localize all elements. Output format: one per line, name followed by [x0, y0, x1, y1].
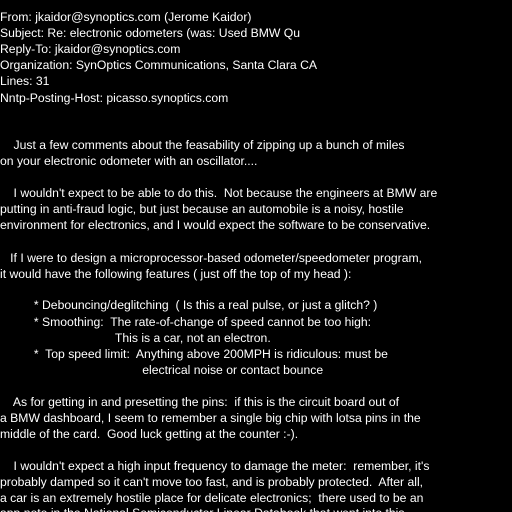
- body-line: Just a few comments about the feasabilit…: [0, 138, 405, 152]
- body-line: on your electronic odometer with an osci…: [0, 154, 258, 168]
- header-reply-to: Reply-To: jkaidor@synoptics.com: [0, 42, 181, 56]
- body-line: environment for electronics, and I would…: [0, 218, 431, 232]
- newsgroup-article-viewer: From: jkaidor@synoptics.com (Jerome Kaid…: [0, 0, 512, 512]
- header-nntp-posting-host: Nntp-Posting-Host: picasso.synoptics.com: [0, 91, 229, 105]
- feature-item: This is a car, not an electron.: [0, 331, 271, 345]
- body-line: it would have the following features ( j…: [0, 267, 352, 281]
- body-line: a car is an extremely hostile place for …: [0, 491, 424, 505]
- body-line: a BMW dashboard, I seem to remember a si…: [0, 411, 421, 425]
- body-line: app note in the National Semiconductor L…: [0, 505, 404, 512]
- header-subject: Subject: Re: electronic odometers (was: …: [0, 26, 301, 40]
- body-line: If I were to design a microprocessor-bas…: [0, 251, 423, 265]
- body-line: I wouldn't expect to be able to do this.…: [0, 186, 438, 200]
- feature-item: * Smoothing: The rate-of-change of speed…: [0, 315, 372, 329]
- feature-item: * Top speed limit: Anything above 200MPH…: [0, 347, 388, 361]
- body-line: I wouldn't expect a high input frequency…: [0, 459, 430, 473]
- body-line: As for getting in and presetting the pin…: [0, 395, 400, 409]
- feature-item: * Debouncing/deglitching ( Is this a rea…: [0, 298, 378, 312]
- header-from: From: jkaidor@synoptics.com (Jerome Kaid…: [0, 10, 252, 24]
- header-lines: Lines: 31: [0, 74, 50, 88]
- body-line: middle of the card. Good luck getting at…: [0, 427, 299, 441]
- body-line: putting in anti-fraud logic, but just be…: [0, 202, 404, 216]
- feature-item: electrical noise or contact bounce: [0, 363, 324, 377]
- header-organization: Organization: SynOptics Communications, …: [0, 58, 318, 72]
- body-line: probably damped so it can't move too fas…: [0, 475, 424, 489]
